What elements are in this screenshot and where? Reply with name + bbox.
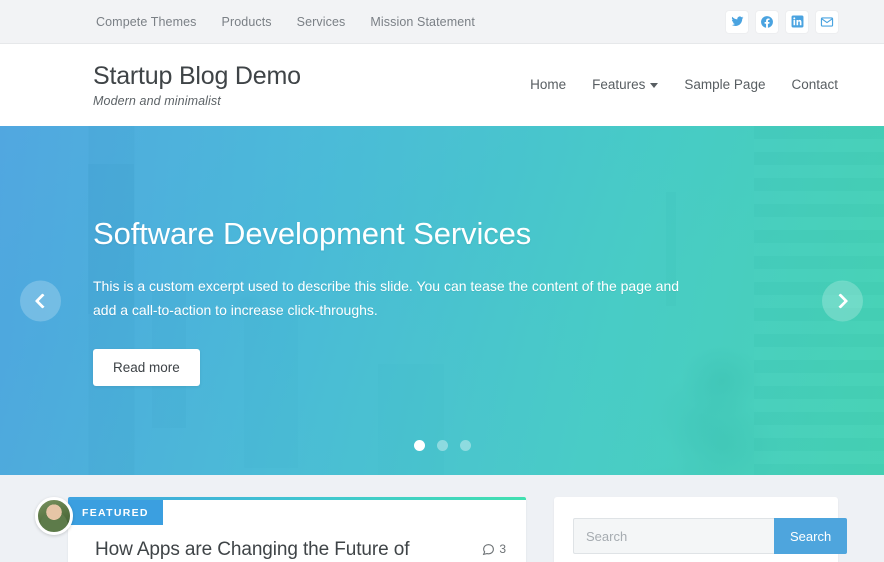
nav-item-features[interactable]: Features xyxy=(592,76,659,94)
search-form: Search xyxy=(573,518,848,554)
nav-link-home[interactable]: Home xyxy=(530,77,566,92)
top-nav-link-services[interactable]: Services xyxy=(297,15,346,29)
hero-content: Software Development Services This is a … xyxy=(0,126,884,475)
nav-item-contact[interactable]: Contact xyxy=(791,76,838,94)
main-column: FEATURED How Apps are Changing the Futur… xyxy=(25,497,526,562)
hero-slider: Software Development Services This is a … xyxy=(0,126,884,475)
nav-label-home: Home xyxy=(530,77,567,92)
hero-title: Software Development Services xyxy=(93,216,532,252)
slider-next-button[interactable] xyxy=(822,280,863,321)
linkedin-icon[interactable] xyxy=(786,10,808,33)
chevron-right-icon xyxy=(832,292,849,309)
top-navigation: Compete Themes Products Services Mission… xyxy=(96,13,475,31)
facebook-icon[interactable] xyxy=(756,10,778,33)
slider-dot-1[interactable] xyxy=(413,440,425,451)
chevron-left-icon xyxy=(34,292,51,309)
nav-label-contact: Contact xyxy=(791,77,838,92)
nav-link-sample-page[interactable]: Sample Page xyxy=(684,77,765,92)
nav-item-home[interactable]: Home xyxy=(530,76,566,94)
status-badge: FEATURED xyxy=(68,500,163,525)
featured-post-card[interactable]: FEATURED How Apps are Changing the Futur… xyxy=(68,497,526,562)
twitter-icon[interactable] xyxy=(726,10,748,33)
nav-label-sample-page: Sample Page xyxy=(684,77,766,92)
search-input[interactable] xyxy=(573,518,774,554)
top-nav-link-mission-statement[interactable]: Mission Statement xyxy=(370,15,475,29)
top-nav-item[interactable]: Products xyxy=(222,13,272,31)
top-nav-item[interactable]: Services xyxy=(297,13,346,31)
main-navigation: Home Features Sample Page Contact xyxy=(530,76,838,94)
slider-dot-3[interactable] xyxy=(459,440,471,451)
top-nav-link-compete-themes[interactable]: Compete Themes xyxy=(96,15,197,29)
chevron-down-icon xyxy=(650,83,659,88)
search-button[interactable]: Search xyxy=(774,518,848,554)
post-title[interactable]: How Apps are Changing the Future of xyxy=(95,537,468,562)
comment-count-value: 3 xyxy=(499,542,506,556)
sidebar: Search xyxy=(554,497,848,562)
top-nav-item[interactable]: Mission Statement xyxy=(370,13,475,31)
nav-link-features[interactable]: Features xyxy=(592,77,659,92)
page-content: FEATURED How Apps are Changing the Futur… xyxy=(0,475,884,562)
site-branding[interactable]: Startup Blog Demo Modern and minimalist xyxy=(93,62,301,108)
slider-pagination xyxy=(0,440,884,451)
top-nav-item[interactable]: Compete Themes xyxy=(96,13,197,31)
hero-excerpt: This is a custom excerpt used to describ… xyxy=(93,277,680,318)
nav-link-contact[interactable]: Contact xyxy=(791,77,838,92)
email-icon[interactable] xyxy=(816,10,838,33)
nav-item-sample-page[interactable]: Sample Page xyxy=(684,76,765,94)
site-title[interactable]: Startup Blog Demo xyxy=(93,62,301,91)
site-tagline: Modern and minimalist xyxy=(93,93,221,108)
nav-label-features: Features xyxy=(592,77,646,92)
read-more-button[interactable]: Read more xyxy=(93,348,200,386)
comment-count[interactable]: 3 xyxy=(482,537,506,556)
slider-dot-2[interactable] xyxy=(436,440,448,451)
site-header: Startup Blog Demo Modern and minimalist … xyxy=(0,44,884,126)
avatar[interactable] xyxy=(35,497,73,535)
search-widget: Search xyxy=(554,497,848,562)
top-bar: Compete Themes Products Services Mission… xyxy=(0,0,884,44)
social-links xyxy=(726,10,838,33)
slider-prev-button[interactable] xyxy=(20,280,61,321)
comment-icon xyxy=(483,543,495,555)
top-nav-link-products[interactable]: Products xyxy=(222,15,272,29)
